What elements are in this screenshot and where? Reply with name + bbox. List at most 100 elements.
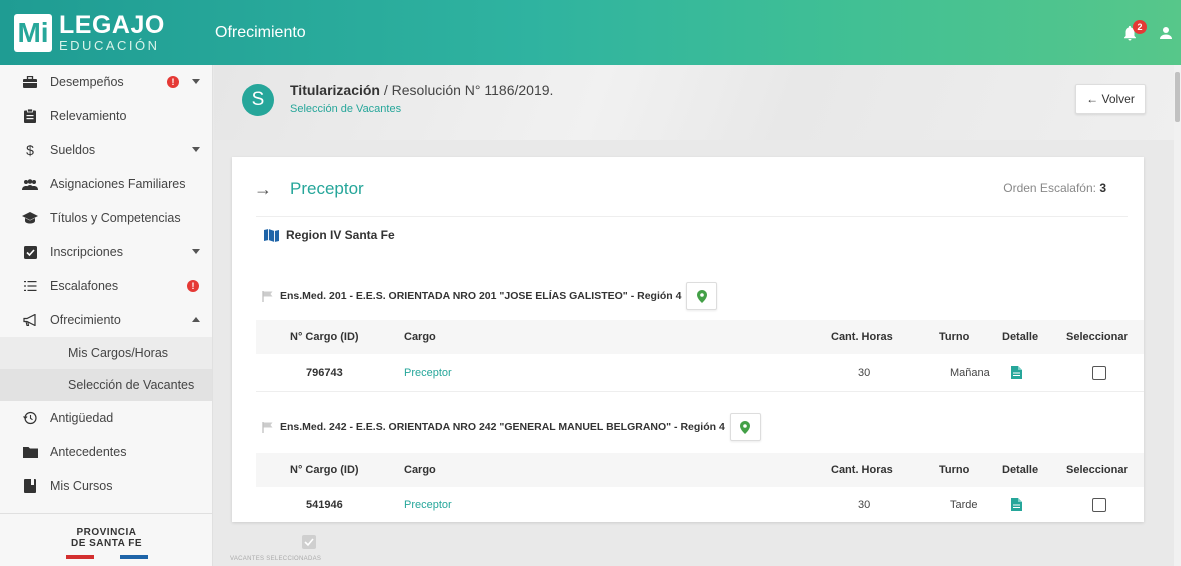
sidebar-item-label: Antecedentes — [50, 445, 127, 459]
cell-id: 541946 — [306, 498, 343, 511]
checkbox[interactable] — [1092, 365, 1106, 380]
logo[interactable]: Mi LEGAJO EDUCACIÓN — [0, 0, 210, 65]
sidebar-subitem-seleccion-vacantes[interactable]: Selección de Vacantes — [0, 369, 212, 401]
sidebar-item-label: Títulos y Competencias — [50, 211, 181, 225]
table-header: N° Cargo (ID) Cargo Cant. Horas Turno De… — [256, 320, 1144, 354]
table-row: 796743 Preceptor 30 Mañana — [256, 354, 1144, 392]
sidebar-item-inscripciones[interactable]: Inscripciones — [0, 235, 212, 269]
school-heading: Ens.Med. 201 - E.E.S. ORIENTADA NRO 201 … — [256, 281, 718, 311]
top-bar: Mi LEGAJO EDUCACIÓN Ofrecimiento 2 — [0, 0, 1181, 65]
back-button[interactable]: ← Volver — [1075, 84, 1146, 114]
cell-horas: 30 — [858, 366, 871, 379]
checkbox[interactable] — [1092, 497, 1106, 512]
provincia-line2: DE SANTA FE — [70, 538, 143, 549]
sidebar-item-ofrecimiento[interactable]: Ofrecimiento — [0, 303, 212, 337]
cell-turno: Mañana — [950, 366, 990, 379]
dollar-icon: $ — [26, 142, 34, 158]
list-icon — [22, 278, 38, 294]
people-icon — [22, 176, 38, 192]
vacantes-seleccionadas[interactable]: VACANTES SELECCIONADAS — [230, 535, 370, 566]
sidebar-item-titulos[interactable]: Títulos y Competencias — [0, 201, 212, 235]
folder-icon — [22, 444, 38, 460]
school-name: Ens.Med. 242 - E.E.S. ORIENTADA NRO 242 … — [280, 421, 725, 433]
arrow-right-icon: → — [254, 179, 272, 199]
check-icon — [302, 535, 316, 549]
sidebar-item-relevamiento[interactable]: Relevamiento — [0, 99, 212, 133]
col-seleccionar: Seleccionar — [1066, 464, 1128, 476]
document-icon — [1011, 498, 1022, 511]
map-pin-button[interactable] — [686, 282, 718, 310]
sidebar-subitem-mis-cargos[interactable]: Mis Cargos/Horas — [0, 337, 212, 369]
sidebar-item-label: Relevamiento — [50, 109, 127, 123]
sidebar-item-label: Desempeños — [50, 75, 124, 89]
chevron-down-icon — [192, 79, 200, 84]
sidebar-item-mis-cursos[interactable]: Mis Cursos — [0, 469, 212, 503]
col-cargo: Cargo — [404, 331, 436, 343]
map-pin-button[interactable] — [729, 413, 761, 441]
checkbox-icon — [22, 244, 38, 260]
sidebar-item-label: Asignaciones Familiares — [50, 177, 186, 191]
sidebar-item-escalafones[interactable]: Escalafones ! — [0, 269, 212, 303]
provincia-line1: PROVINCIA — [76, 527, 137, 538]
logo-mi: Mi — [14, 13, 52, 52]
title-bold: Titularización — [290, 82, 380, 98]
table-row: 541946 Preceptor 30 Tarde — [256, 487, 1144, 522]
map-pin-icon — [696, 289, 707, 303]
sidebar-item-label: Antigüedad — [50, 411, 114, 425]
chevron-up-icon — [192, 317, 200, 322]
alert-badge: ! — [187, 280, 199, 292]
sidebar-item-label: Sueldos — [50, 143, 96, 157]
user-icon[interactable] — [1157, 24, 1175, 42]
notification-badge: 2 — [1133, 20, 1147, 34]
sidebar: Desempeños ! Relevamiento $ Sueldos Asig… — [0, 65, 213, 566]
divider — [256, 216, 1128, 217]
cell-cargo-link[interactable]: Preceptor — [404, 487, 452, 522]
sidebar-item-label: Escalafones — [50, 279, 119, 293]
book-icon — [22, 478, 38, 494]
sidebar-item-sueldos[interactable]: $ Sueldos — [0, 133, 212, 167]
graduation-cap-icon — [22, 210, 38, 226]
history-icon — [22, 410, 38, 426]
title-rest: / Resolución N° 1186/2019. — [379, 82, 554, 98]
map-icon — [264, 228, 279, 242]
detail-button[interactable] — [1011, 487, 1022, 522]
document-icon — [1011, 366, 1022, 379]
col-horas: Cant. Horas — [831, 464, 893, 476]
sidebar-item-asignaciones[interactable]: Asignaciones Familiares — [0, 167, 212, 201]
cell-turno: Tarde — [950, 498, 978, 511]
col-turno: Turno — [939, 331, 970, 343]
flag-icon — [262, 421, 273, 433]
page-title: Titularización / Resolución N° 1186/2019… — [290, 82, 553, 98]
col-turno: Turno — [939, 464, 970, 476]
school-name: Ens.Med. 201 - E.E.S. ORIENTADA NRO 201 … — [280, 290, 682, 302]
select-checkbox[interactable] — [1092, 354, 1106, 391]
vacantes-card: → Preceptor Orden Escalafón: 3 Region IV… — [232, 157, 1144, 522]
cell-cargo-link[interactable]: Preceptor — [404, 354, 452, 391]
scrollbar-thumb[interactable] — [1175, 72, 1180, 122]
scrollbar[interactable] — [1174, 65, 1181, 566]
red-bar — [65, 555, 94, 559]
logo-subtitle: EDUCACIÓN — [59, 38, 160, 53]
col-detalle: Detalle — [1002, 331, 1039, 343]
sidebar-item-desempenos[interactable]: Desempeños ! — [0, 65, 212, 99]
flag-icon — [262, 290, 273, 302]
chevron-down-icon — [192, 249, 200, 254]
sidebar-item-antiguedad[interactable]: Antigüedad — [0, 401, 212, 435]
section-title: Ofrecimiento — [215, 23, 306, 41]
briefcase-icon — [22, 74, 38, 90]
logo-title: LEGAJO — [59, 11, 165, 39]
vacantes-label: VACANTES SELECCIONADAS — [230, 556, 322, 562]
sidebar-item-antecedentes[interactable]: Antecedentes — [0, 435, 212, 469]
detail-button[interactable] — [1011, 354, 1022, 391]
breadcrumb[interactable]: Selección de Vacantes — [290, 103, 401, 115]
col-id: N° Cargo (ID) — [290, 464, 359, 476]
school-heading: Ens.Med. 242 - E.E.S. ORIENTADA NRO 242 … — [256, 412, 761, 442]
table-header: N° Cargo (ID) Cargo Cant. Horas Turno De… — [256, 453, 1144, 487]
sidebar-item-label: Ofrecimiento — [50, 313, 121, 327]
avatar: S — [242, 84, 274, 116]
clipboard-icon — [22, 108, 38, 124]
cell-horas: 30 — [858, 498, 871, 511]
select-checkbox[interactable] — [1092, 487, 1106, 522]
alert-badge: ! — [167, 76, 179, 88]
megaphone-icon — [22, 312, 38, 328]
